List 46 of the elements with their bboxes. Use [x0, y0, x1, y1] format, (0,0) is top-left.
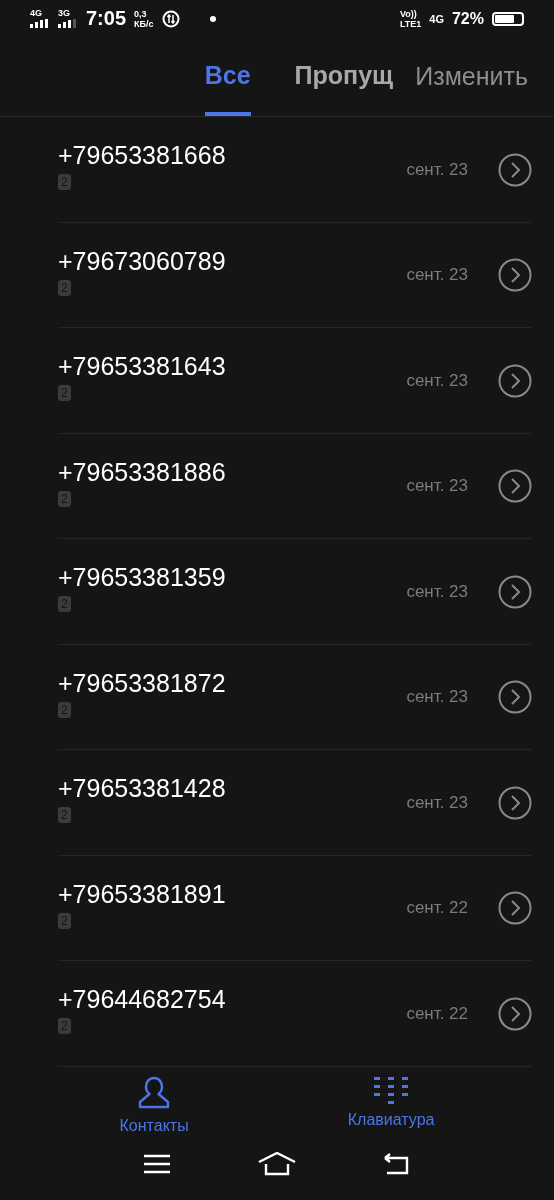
phone-number[interactable]: +79653381891: [58, 879, 226, 909]
chevron-right-icon[interactable]: [498, 363, 532, 398]
tab[interactable]: Все: [204, 37, 251, 117]
data-saver-icon: [161, 9, 180, 28]
call-date: сент. 23: [406, 792, 468, 813]
dialpad-icon: [374, 1074, 409, 1105]
call-date: сент. 23: [406, 265, 468, 285]
data-network-indicator: 4G: [429, 12, 444, 25]
chevron-right-icon[interactable]: [498, 891, 532, 925]
network-speed: 0,3 КБ/с: [134, 8, 154, 29]
phone-number[interactable]: +79653381886: [58, 457, 226, 487]
signal-indicator: 3G: [58, 9, 78, 29]
home-icon[interactable]: [258, 1152, 296, 1177]
volte-indicator: Vo)) LTE1: [399, 8, 422, 29]
call-date: сент. 23: [406, 687, 468, 707]
nav-item[interactable]: Клавиатура: [347, 1066, 435, 1135]
tab[interactable]: Пропущ: [294, 37, 394, 117]
battery-icon: [492, 11, 524, 26]
notification-dot-icon: [209, 15, 216, 22]
chevron-right-icon[interactable]: [498, 680, 532, 714]
chevron-right-icon[interactable]: [498, 996, 532, 1031]
menu-icon[interactable]: [143, 1153, 172, 1176]
battery-percent: 72%: [451, 9, 484, 28]
phone-number[interactable]: +79653381359: [58, 563, 226, 592]
call-date: сент. 23: [406, 159, 468, 180]
call-date: сент. 22: [406, 1003, 468, 1024]
phone-number[interactable]: +79653381643: [58, 352, 226, 381]
chevron-right-icon[interactable]: [498, 785, 532, 820]
chevron-right-icon[interactable]: [498, 574, 532, 609]
phone-number[interactable]: +79653381668: [58, 141, 226, 170]
call-date: сент. 23: [406, 476, 468, 496]
phone-number[interactable]: +79673060789: [58, 246, 226, 276]
edit-button[interactable]: Изменить: [415, 37, 528, 117]
call-date: сент. 23: [406, 581, 468, 602]
phone-number[interactable]: +79653381872: [58, 668, 226, 698]
chevron-right-icon[interactable]: [498, 258, 532, 292]
nav-item[interactable]: Контакты: [119, 1066, 189, 1135]
clock: 7:05: [86, 7, 127, 31]
chevron-right-icon[interactable]: [498, 469, 532, 503]
call-date: сент. 22: [406, 898, 468, 918]
signal-indicator: 4G: [30, 9, 50, 29]
chevron-right-icon[interactable]: [498, 152, 532, 187]
back-icon[interactable]: [382, 1152, 411, 1177]
call-date: сент. 23: [406, 370, 468, 391]
phone-number[interactable]: +79644682754: [58, 985, 226, 1014]
phone-number[interactable]: +79653381428: [58, 774, 226, 803]
